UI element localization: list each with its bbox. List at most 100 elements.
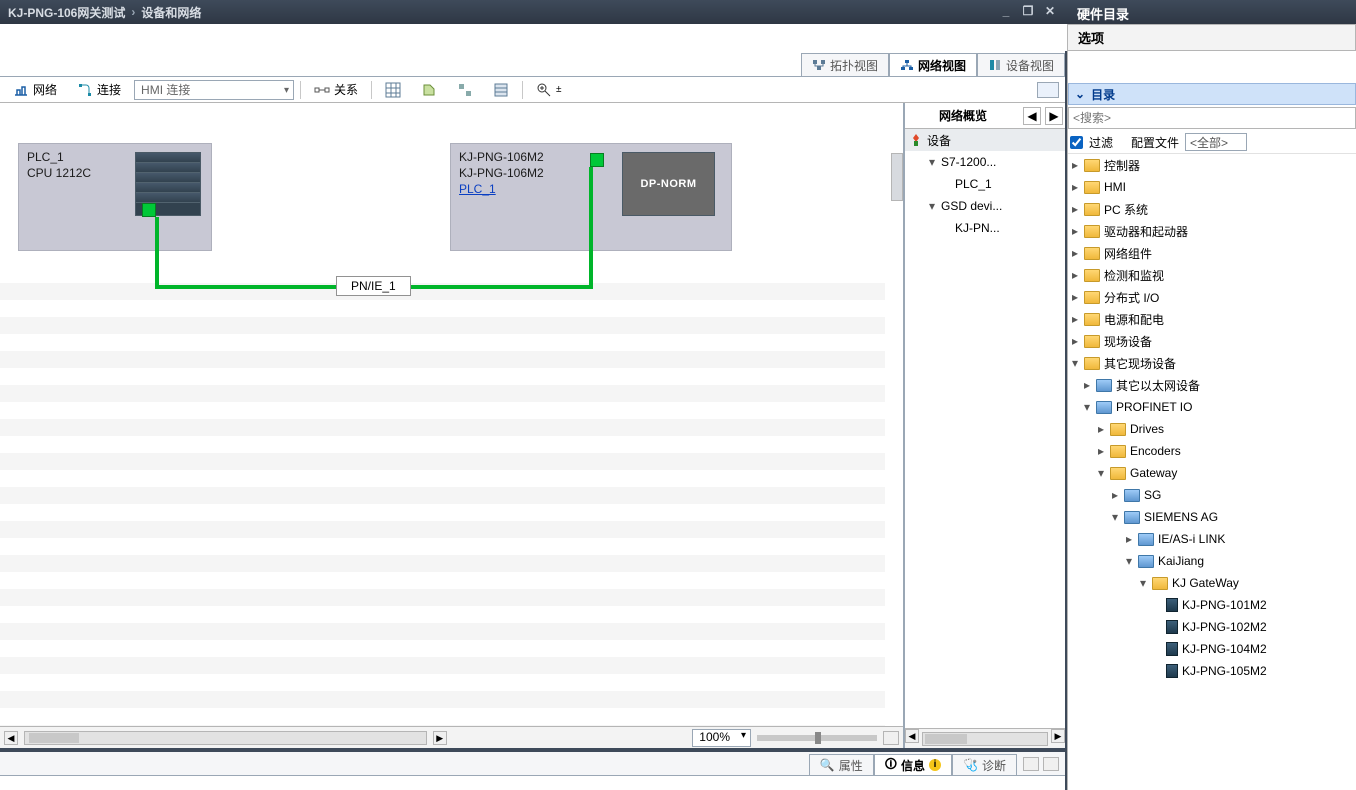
catalog-tree-node[interactable]: ▾ PROFINET IO	[1068, 396, 1356, 418]
title-page: 设备和网络	[141, 4, 201, 21]
magnifier-icon: 🔍	[820, 758, 835, 772]
tool-grid-icon[interactable]	[378, 79, 408, 101]
close-icon[interactable]: ✕	[1041, 5, 1059, 19]
folder-icon	[1124, 489, 1140, 502]
ov-scroll-right-icon[interactable]: ▶	[1051, 729, 1065, 743]
catalog-tree-node[interactable]: ▸ 现场设备	[1068, 330, 1356, 352]
overview-prev-icon[interactable]: ◀	[1023, 107, 1041, 125]
port-kj[interactable]	[590, 153, 604, 167]
vertical-thumb-icon[interactable]	[891, 153, 903, 201]
zoom-dropdown[interactable]: 100%	[692, 729, 751, 747]
catalog-tree-node[interactable]: ▸ PC 系统	[1068, 198, 1356, 220]
tree-arrow-icon: ▾	[1124, 554, 1134, 568]
lower-panel-body	[0, 776, 1065, 790]
filter-checkbox[interactable]	[1070, 136, 1083, 149]
tool-list-icon[interactable]	[486, 79, 516, 101]
catalog-tree-node[interactable]: ▾ SIEMENS AG	[1068, 506, 1356, 528]
tab-network-view[interactable]: 网络视图	[889, 53, 977, 76]
catalog-node-label: 检测和监视	[1104, 267, 1164, 284]
folder-icon	[1110, 423, 1126, 436]
catalog-section-header[interactable]: ⌄ 目录	[1068, 83, 1356, 105]
tool-label-icon[interactable]	[414, 79, 444, 101]
h-scrollbar[interactable]	[24, 731, 427, 745]
catalog-tree-node[interactable]: ▾ KJ GateWay	[1068, 572, 1356, 594]
network-canvas[interactable]: PLC_1 CPU 1212C KJ-PNG-106M2 KJ-PNG-106M…	[0, 103, 905, 748]
tree-arrow-icon: ▸	[1096, 422, 1106, 436]
catalog-tree-node[interactable]: ▸ 驱动器和起动器	[1068, 220, 1356, 242]
minimize-icon[interactable]: _	[997, 5, 1015, 19]
tab-info[interactable]: 🛈 信息 i	[874, 754, 952, 775]
zoom-slider[interactable]	[757, 735, 877, 741]
catalog-tree-node[interactable]: ▸ 网络组件	[1068, 242, 1356, 264]
scroll-right-icon[interactable]: ▶	[433, 731, 447, 745]
lower-expand-icon[interactable]	[1043, 757, 1059, 771]
ov-h-scrollbar[interactable]	[922, 732, 1048, 746]
overview-row[interactable]: PLC_1	[905, 173, 1065, 195]
connection-type-dropdown[interactable]: HMI 连接	[134, 80, 294, 100]
scroll-left-icon[interactable]: ◀	[4, 731, 18, 745]
network-wire[interactable]	[155, 217, 159, 287]
catalog-node-label: 其它现场设备	[1104, 355, 1176, 372]
lower-collapse-icon[interactable]	[1023, 757, 1039, 771]
profile-dropdown[interactable]: <全部>	[1185, 133, 1247, 151]
catalog-tree-node[interactable]: KJ-PNG-101M2	[1068, 594, 1356, 616]
topology-icon	[812, 59, 826, 71]
ov-scroll-left-icon[interactable]: ◀	[905, 729, 919, 743]
catalog-node-label: HMI	[1104, 180, 1126, 194]
catalog-node-label: KJ GateWay	[1172, 576, 1239, 590]
catalog-node-label: KJ-PNG-104M2	[1182, 642, 1267, 656]
connect-button[interactable]: 连接	[70, 78, 128, 101]
tab-properties[interactable]: 🔍 属性	[809, 754, 874, 775]
catalog-tree-node[interactable]: ▸ HMI	[1068, 176, 1356, 198]
overview-map-icon[interactable]	[883, 731, 899, 745]
tab-device-view[interactable]: 设备视图	[977, 53, 1065, 76]
device-plc[interactable]: PLC_1 CPU 1212C	[18, 143, 212, 251]
overview-row[interactable]: ▾ S7-1200...	[905, 151, 1065, 173]
tree-arrow-icon: ▾	[1110, 510, 1120, 524]
network-wire[interactable]	[589, 167, 593, 289]
chevron-down-icon: ⌄	[1075, 87, 1085, 101]
overview-row[interactable]: KJ-PN...	[905, 217, 1065, 239]
catalog-tree-node[interactable]: ▾ 其它现场设备	[1068, 352, 1356, 374]
catalog-tree-node[interactable]: ▸ 检测和监视	[1068, 264, 1356, 286]
catalog-tree-node[interactable]: ▸ Encoders	[1068, 440, 1356, 462]
port-plc[interactable]	[142, 203, 156, 217]
folder-icon	[1084, 225, 1100, 238]
catalog-node-label: KJ-PNG-102M2	[1182, 620, 1267, 634]
folder-icon	[1084, 291, 1100, 304]
catalog-tree-node[interactable]: ▸ IE/AS-i LINK	[1068, 528, 1356, 550]
overview-next-icon[interactable]: ▶	[1045, 107, 1063, 125]
folder-icon	[1096, 379, 1112, 392]
folder-icon	[1138, 533, 1154, 546]
zoom-tool-icon[interactable]: ±	[529, 79, 569, 101]
catalog-tree-node[interactable]: ▸ 分布式 I/O	[1068, 286, 1356, 308]
catalog-tree-node[interactable]: KJ-PNG-104M2	[1068, 638, 1356, 660]
toolbar-separator	[300, 81, 301, 99]
catalog-search-input[interactable]	[1069, 109, 1355, 127]
catalog-tree-node[interactable]: KJ-PNG-102M2	[1068, 616, 1356, 638]
window-title-bar: KJ-PNG-106网关测试 › 设备和网络 _ ❐ ✕	[0, 0, 1067, 24]
catalog-tree-node[interactable]: KJ-PNG-105M2	[1068, 660, 1356, 682]
tree-arrow-icon: ▾	[1096, 466, 1106, 480]
tab-topology-view[interactable]: 拓扑视图	[801, 53, 889, 76]
relation-button[interactable]: 关系	[307, 78, 365, 101]
catalog-tree: ▸ 控制器▸ HMI▸ PC 系统▸ 驱动器和起动器 ▸	[1068, 153, 1356, 790]
tool-align-icon[interactable]	[450, 79, 480, 101]
catalog-tree-node[interactable]: ▾ KaiJiang	[1068, 550, 1356, 572]
network-button[interactable]: 网络	[6, 78, 64, 101]
catalog-tree-node[interactable]: ▸ SG	[1068, 484, 1356, 506]
panel-toggle-icon[interactable]	[1037, 82, 1059, 98]
tab-diagnostics[interactable]: 🩺 诊断	[952, 754, 1017, 775]
overview-col-device: 设备	[927, 132, 951, 149]
tree-arrow-icon: ▾	[1138, 576, 1148, 590]
hardware-catalog-panel: ⌄ 目录 过滤 配置文件 <全部> ▸ 控制器▸ HMI▸	[1067, 51, 1356, 790]
catalog-tree-node[interactable]: ▸ Drives	[1068, 418, 1356, 440]
catalog-tree-node[interactable]: ▸ 电源和配电	[1068, 308, 1356, 330]
restore-icon[interactable]: ❐	[1019, 5, 1037, 19]
overview-row[interactable]: ▾ GSD devi...	[905, 195, 1065, 217]
network-name-label[interactable]: PN/IE_1	[336, 276, 411, 296]
catalog-tree-node[interactable]: ▸ 控制器	[1068, 154, 1356, 176]
diagnostics-icon: 🩺	[963, 758, 978, 772]
catalog-tree-node[interactable]: ▾ Gateway	[1068, 462, 1356, 484]
catalog-tree-node[interactable]: ▸ 其它以太网设备	[1068, 374, 1356, 396]
